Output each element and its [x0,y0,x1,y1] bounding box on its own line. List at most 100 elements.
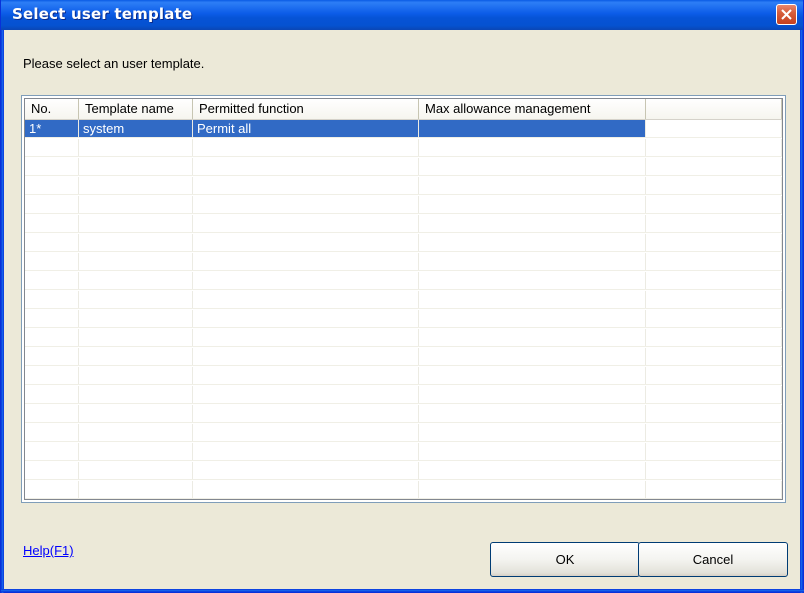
cell-template-name [79,158,193,175]
cell-extra [646,405,782,422]
close-icon [781,9,792,20]
cell-max-allowance [419,481,646,498]
cell-permitted-function [193,158,419,175]
col-header-template-name[interactable]: Template name [79,99,193,119]
cancel-button[interactable]: Cancel [638,542,788,577]
template-list-body[interactable]: No. Template name Permitted function Max al… [24,98,783,500]
empty-table-row[interactable] [25,329,782,347]
col-header-max-allowance[interactable]: Max allowance management [419,99,646,119]
ok-button[interactable]: OK [490,542,640,577]
template-list[interactable]: No. Template name Permitted function Max al… [21,95,786,503]
cell-template-name [79,329,193,346]
cell-max-allowance [419,405,646,422]
empty-table-row[interactable] [25,196,782,214]
col-header-permitted-function[interactable]: Permitted function [193,99,419,119]
cell-template-name [79,348,193,365]
cell-max-allowance [419,443,646,460]
cell-no [25,386,79,403]
cell-max-allowance [419,291,646,308]
empty-table-row[interactable] [25,386,782,404]
cell-max-allowance [419,424,646,441]
cell-extra [646,367,782,384]
cell-max-allowance [419,120,646,137]
empty-table-row[interactable] [25,234,782,252]
cell-no [25,196,79,213]
cell-no [25,272,79,289]
cell-no [25,329,79,346]
empty-table-row[interactable] [25,481,782,499]
cell-permitted-function: Permit all [193,120,419,137]
empty-table-row[interactable] [25,462,782,480]
cell-permitted-function [193,272,419,289]
cell-no [25,424,79,441]
cell-extra [646,234,782,251]
cell-no [25,310,79,327]
empty-table-row[interactable] [25,310,782,328]
cell-permitted-function [193,481,419,498]
cell-max-allowance [419,310,646,327]
empty-table-row[interactable] [25,424,782,442]
cell-template-name [79,424,193,441]
cell-permitted-function [193,424,419,441]
cell-no [25,405,79,422]
cell-extra [646,253,782,270]
cell-template-name [79,481,193,498]
cell-extra [646,120,782,137]
table-row[interactable]: 1* system Permit all [25,120,782,138]
cell-template-name [79,310,193,327]
empty-table-row[interactable] [25,367,782,385]
help-link[interactable]: Help(F1) [23,543,74,558]
cell-permitted-function [193,177,419,194]
cell-no [25,367,79,384]
cell-max-allowance [419,177,646,194]
cell-extra [646,196,782,213]
cell-template-name [79,177,193,194]
cell-extra [646,272,782,289]
empty-table-row[interactable] [25,253,782,271]
empty-table-row[interactable] [25,443,782,461]
cell-permitted-function [193,291,419,308]
cell-permitted-function [193,196,419,213]
cell-extra [646,177,782,194]
close-button[interactable] [776,4,797,25]
cell-max-allowance [419,158,646,175]
cell-max-allowance [419,196,646,213]
col-header-no[interactable]: No. [25,99,79,119]
cell-template-name [79,139,193,156]
cell-template-name [79,272,193,289]
cell-extra [646,386,782,403]
window-title: Select user template [12,5,193,23]
cell-permitted-function [193,234,419,251]
dialog-window: Select user template Please select an us… [0,0,804,593]
cell-template-name: system [79,120,193,137]
cell-extra [646,481,782,498]
cell-max-allowance [419,462,646,479]
empty-table-row[interactable] [25,177,782,195]
cell-permitted-function [193,443,419,460]
empty-table-row[interactable] [25,158,782,176]
cell-template-name [79,291,193,308]
cell-permitted-function [193,386,419,403]
cell-template-name [79,215,193,232]
cell-extra [646,462,782,479]
empty-table-row[interactable] [25,215,782,233]
empty-table-row[interactable] [25,272,782,290]
empty-table-row[interactable] [25,139,782,157]
cell-permitted-function [193,348,419,365]
cell-max-allowance [419,329,646,346]
empty-table-row[interactable] [25,291,782,309]
cell-permitted-function [193,329,419,346]
title-bar[interactable]: Select user template [1,0,803,30]
list-header: No. Template name Permitted function Max al… [25,99,782,120]
cell-extra [646,424,782,441]
col-header-extra[interactable] [646,99,782,119]
cell-template-name [79,443,193,460]
cell-template-name [79,462,193,479]
instruction-text: Please select an user template. [23,56,205,71]
empty-table-row[interactable] [25,348,782,366]
cell-permitted-function [193,253,419,270]
cell-max-allowance [419,234,646,251]
empty-table-row[interactable] [25,405,782,423]
cell-no [25,139,79,156]
cell-no [25,253,79,270]
